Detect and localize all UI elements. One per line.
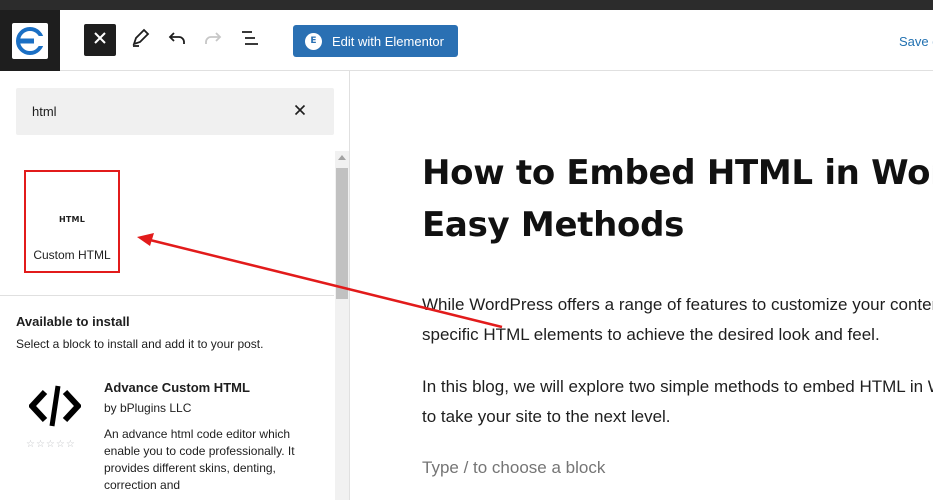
pencil-icon: [130, 28, 150, 53]
paragraph-block[interactable]: In this blog, we will explore two simple…: [422, 372, 933, 432]
block-search-input[interactable]: [16, 88, 286, 135]
redo-button[interactable]: [197, 24, 229, 56]
block-inserter-panel: HTML Custom HTML Available to install Se…: [0, 71, 350, 500]
scroll-up-arrow-icon[interactable]: [338, 155, 346, 160]
plugin-result-advance-custom-html[interactable]: ☆☆☆☆☆ Advance Custom HTML by bPlugins LL…: [16, 376, 326, 500]
post-title[interactable]: How to Embed HTML in WordPress: 2 Easy M…: [422, 147, 933, 251]
close-icon: [93, 31, 107, 50]
edit-with-elementor-button[interactable]: E Edit with Elementor: [293, 25, 458, 57]
html-block-icon: HTML: [58, 215, 85, 224]
available-description: Select a block to install and add it to …: [16, 337, 264, 351]
admin-top-strip: [0, 0, 933, 10]
save-draft-link[interactable]: Save dr: [899, 34, 933, 49]
editor-toolbar: E Edit with Elementor Save dr: [0, 10, 933, 71]
site-logo-button[interactable]: [0, 10, 60, 71]
plugin-author: by bPlugins LLC: [104, 401, 192, 415]
plugin-rating-stars: ☆☆☆☆☆: [26, 439, 76, 450]
redo-icon: [203, 28, 223, 53]
document-overview-button[interactable]: [234, 24, 266, 56]
document-overview-icon: [240, 28, 260, 53]
plugin-description: An advance html code editor which enable…: [104, 427, 295, 492]
editor-canvas: How to Embed HTML in WordPress: 2 Easy M…: [351, 71, 933, 500]
block-search-box: [16, 88, 334, 135]
inserter-scrollbar[interactable]: [335, 151, 349, 500]
elementor-button-label: Edit with Elementor: [332, 33, 444, 49]
block-appender-placeholder[interactable]: Type / to choose a block: [422, 458, 605, 478]
code-brackets-icon: [28, 379, 82, 433]
available-to-install-section: Available to install Select a block to i…: [16, 314, 326, 351]
plugin-name: Advance Custom HTML: [104, 380, 250, 395]
available-heading: Available to install: [16, 314, 130, 329]
search-results: HTML Custom HTML: [0, 151, 334, 296]
elementor-icon: E: [305, 32, 322, 50]
undo-button[interactable]: [161, 24, 193, 56]
site-logo-icon: [12, 22, 48, 59]
tools-button[interactable]: [124, 24, 156, 56]
block-result-label: Custom HTML: [33, 248, 111, 262]
block-result-custom-html[interactable]: HTML Custom HTML: [24, 170, 120, 273]
paragraph-block[interactable]: While WordPress offers a range of featur…: [422, 290, 933, 350]
close-inserter-button[interactable]: [84, 24, 116, 56]
scrollbar-thumb[interactable]: [336, 168, 348, 299]
clear-search-button[interactable]: [288, 100, 312, 124]
undo-icon: [167, 28, 187, 53]
close-icon: [294, 103, 306, 121]
